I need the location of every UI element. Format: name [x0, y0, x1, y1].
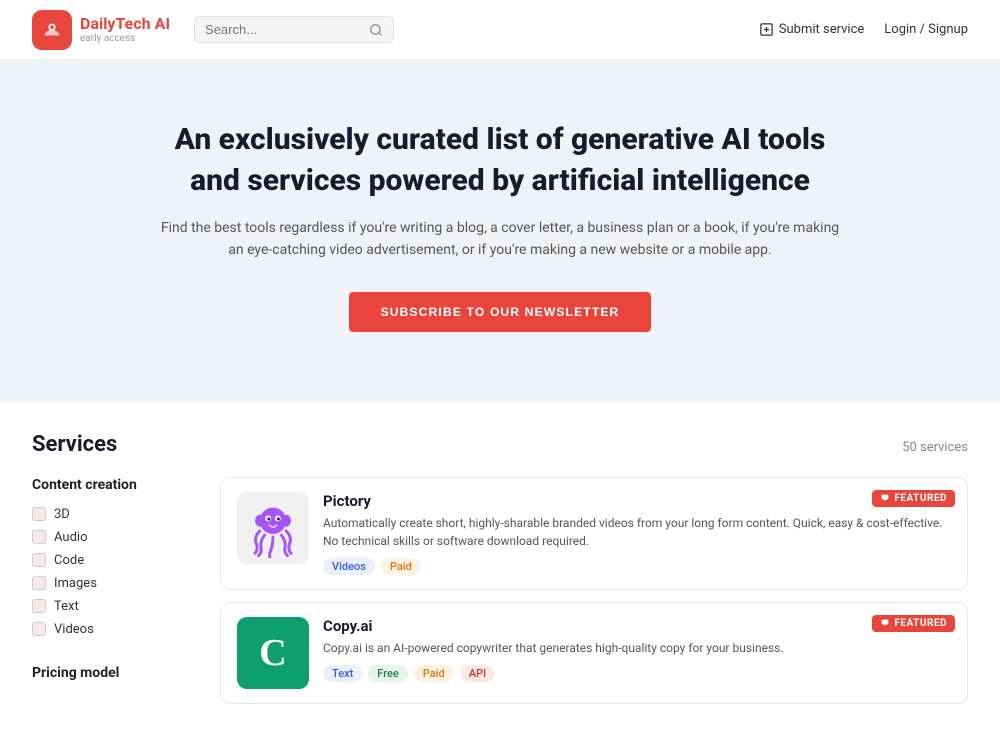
- sidebar-label-audio: Audio: [54, 530, 87, 545]
- sidebar-label-3d: 3D: [54, 507, 70, 522]
- copyai-info: Copy.ai Copy.ai is an AI-powered copywri…: [323, 617, 951, 689]
- header: DailyTech AI early access Submit service…: [0, 0, 1000, 60]
- card-pictory[interactable]: Pictory Automatically create short, high…: [220, 477, 968, 590]
- pictory-info: Pictory Automatically create short, high…: [323, 492, 951, 575]
- sidebar-item-3d[interactable]: 3D: [32, 503, 192, 526]
- tag-text: Text: [323, 665, 362, 682]
- cards-area: Pictory Automatically create short, high…: [220, 477, 968, 705]
- logo-subtitle: early access: [80, 33, 170, 44]
- search-area[interactable]: [194, 16, 394, 43]
- featured-flag-icon-2: [880, 618, 890, 628]
- sidebar-label-videos: Videos: [54, 622, 94, 637]
- copyai-logo: C: [237, 617, 309, 689]
- tag-paid: Paid: [381, 558, 421, 575]
- featured-flag-icon: [880, 493, 890, 503]
- submit-service-button[interactable]: Submit service: [759, 22, 865, 37]
- logo-title: DailyTech AI: [80, 15, 170, 33]
- hero-description: Find the best tools regardless if you're…: [160, 217, 840, 262]
- sidebar-label-code: Code: [54, 553, 84, 568]
- services-header: Services 50 services: [32, 432, 968, 457]
- card-copyai[interactable]: C Copy.ai Copy.ai is an AI-powered copyw…: [220, 602, 968, 704]
- logo-text: DailyTech AI early access: [80, 15, 170, 44]
- sidebar-item-code[interactable]: Code: [32, 549, 192, 572]
- logo-icon: [32, 10, 72, 50]
- checkbox-text[interactable]: [32, 599, 46, 613]
- tag-free: Free: [368, 665, 408, 682]
- copyai-desc: Copy.ai is an AI-powered copywriter that…: [323, 639, 951, 657]
- tag-videos: Videos: [323, 558, 375, 575]
- plus-box-icon: [759, 22, 774, 37]
- sidebar-item-images[interactable]: Images: [32, 572, 192, 595]
- copyai-name: Copy.ai: [323, 617, 951, 635]
- sidebar-item-audio[interactable]: Audio: [32, 526, 192, 549]
- checkbox-videos[interactable]: [32, 622, 46, 636]
- content-creation-title: Content creation: [32, 477, 192, 493]
- content-creation-section: Content creation 3D Audio Code Images: [32, 477, 192, 641]
- sidebar-item-videos[interactable]: Videos: [32, 618, 192, 641]
- hero-heading: An exclusively curated list of generativ…: [160, 120, 840, 201]
- services-title: Services: [32, 432, 117, 457]
- logo[interactable]: DailyTech AI early access: [32, 10, 170, 50]
- tag-api: API: [460, 665, 495, 682]
- main-content: Services 50 services Content creation 3D…: [0, 402, 1000, 735]
- hero-section: An exclusively curated list of generativ…: [0, 60, 1000, 402]
- sidebar: Content creation 3D Audio Code Images: [32, 477, 192, 705]
- sidebar-label-text: Text: [54, 599, 79, 614]
- checkbox-3d[interactable]: [32, 507, 46, 521]
- login-button[interactable]: Login / Signup: [884, 22, 968, 37]
- copyai-tags: Text Free Paid API: [323, 665, 951, 682]
- pictory-octopus-icon: [243, 498, 303, 558]
- sidebar-item-text[interactable]: Text: [32, 595, 192, 618]
- header-right: Submit service Login / Signup: [759, 22, 968, 37]
- pricing-title: Pricing model: [32, 665, 192, 681]
- logo-svg: [41, 19, 63, 41]
- search-input[interactable]: [205, 22, 363, 37]
- services-count: 50 services: [902, 440, 968, 455]
- pictory-desc: Automatically create short, highly-shara…: [323, 514, 951, 550]
- pictory-name: Pictory: [323, 492, 951, 510]
- checkbox-code[interactable]: [32, 553, 46, 567]
- pictory-featured-badge: FEATURED: [872, 490, 955, 507]
- tag-paid-2: Paid: [414, 665, 454, 682]
- pictory-tags: Videos Paid: [323, 558, 951, 575]
- checkbox-images[interactable]: [32, 576, 46, 590]
- subscribe-button[interactable]: SUBSCRIBE TO OUR NEWSLETTER: [349, 292, 652, 332]
- copyai-featured-badge: FEATURED: [872, 615, 955, 632]
- pricing-section: Pricing model: [32, 665, 192, 681]
- sidebar-label-images: Images: [54, 576, 97, 591]
- copyai-letter: C: [259, 634, 286, 672]
- content-layout: Content creation 3D Audio Code Images: [32, 477, 968, 705]
- checkbox-audio[interactable]: [32, 530, 46, 544]
- search-icon: [369, 23, 383, 37]
- pictory-logo: [237, 492, 309, 564]
